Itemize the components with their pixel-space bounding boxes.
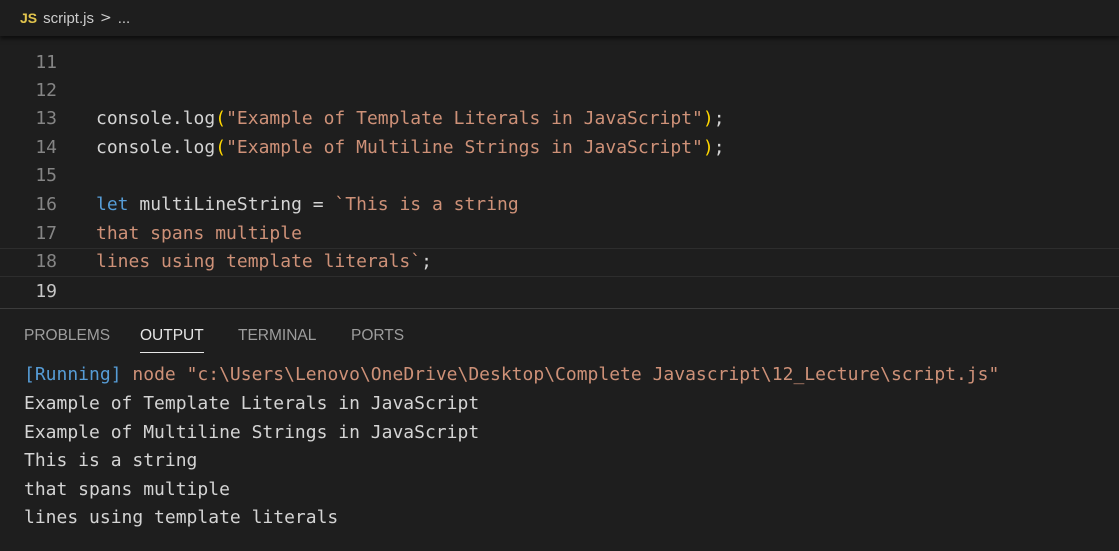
code-line-12[interactable]: 12 console.log("Example of Template Lite…	[0, 48, 1119, 130]
panel-tabs: PROBLEMS OUTPUT TERMINAL PORTS	[0, 309, 1119, 359]
code-line-16[interactable]: 16 that spans multiple	[0, 162, 1119, 244]
output-line: lines using template literals	[24, 507, 339, 528]
output-line: This is a string	[24, 450, 198, 471]
breadcrumb-more[interactable]: ...	[118, 10, 131, 27]
running-tag: [Running]	[24, 364, 122, 385]
code-line-14[interactable]: 14	[0, 105, 1119, 158]
code-line-15[interactable]: 15 let multiLineString = `This is a stri…	[0, 134, 1119, 215]
code-line-17[interactable]: 17 lines using template literals`;	[0, 191, 1119, 273]
code-line-20[interactable]: 20	[0, 277, 1119, 306]
code-line-19-current[interactable]: 19 console.log(multiLineString);	[0, 248, 1119, 302]
breadcrumb-file[interactable]: script.js	[43, 10, 94, 27]
code-line-13[interactable]: 13 console.log("Example of Multiline Str…	[0, 77, 1119, 158]
output-running-line: [Running] node "c:\Users\Lenovo\OneDrive…	[24, 361, 999, 390]
tab-output[interactable]: OUTPUT	[140, 326, 204, 353]
running-command: node "c:\Users\Lenovo\OneDrive\Desktop\C…	[132, 364, 1000, 385]
javascript-file-icon: JS	[20, 10, 38, 26]
bottom-panel: PROBLEMS OUTPUT TERMINAL PORTS [Running]…	[0, 309, 1119, 551]
chevron-right-icon: >	[99, 10, 112, 26]
tab-ports[interactable]: PORTS	[351, 326, 404, 352]
tab-problems[interactable]: PROBLEMS	[24, 326, 110, 352]
code-editor[interactable]: 11 12 console.log("Example of Template L…	[0, 0, 1119, 308]
output-line: that spans multiple	[24, 478, 230, 500]
output-line: Example of Multiline Strings in JavaScri…	[24, 421, 480, 443]
tab-terminal[interactable]: TERMINAL	[238, 326, 316, 352]
code-line-18[interactable]: 18	[0, 220, 1119, 272]
breadcrumb: JS script.js > ...	[0, 0, 1119, 36]
output-line: Example of Template Literals in JavaScri…	[24, 393, 480, 414]
